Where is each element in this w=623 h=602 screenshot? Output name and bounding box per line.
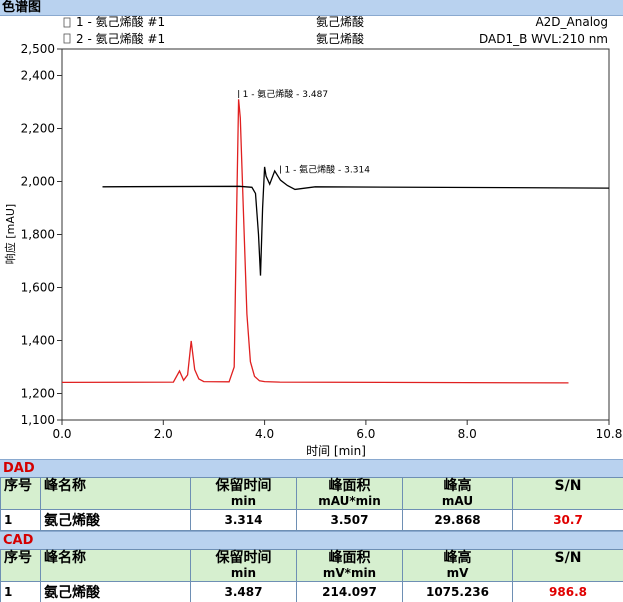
peak-annotation-2: 1 - 氨己烯酸 - 3.314: [284, 164, 370, 176]
y-axis: 1,100 1,200 1,400 1,600 1,800 2,000 2,200 2,400…: [21, 42, 62, 427]
legend-trace1-channel: A2D_Analog: [535, 16, 608, 29]
plot-frame: [61, 48, 610, 421]
cad-row-area: 214.097: [296, 581, 403, 602]
cad-col-sn: S/N: [512, 549, 623, 582]
legend: 1 - 氨己烯酸 #1 氨己烯酸 A2D_Analog 2 - 氨己烯酸 #1 …: [63, 14, 608, 46]
legend-swatch-2-icon[interactable]: [63, 33, 71, 44]
dad-row-no: 1: [0, 509, 41, 531]
legend-trace2-name: 2 - 氨己烯酸 #1: [76, 31, 165, 46]
y-tick-label: 2,400: [21, 69, 55, 83]
dad-col-no: 序号: [0, 477, 41, 510]
chromatogram-chart: 1 - 氨己烯酸 #1 氨己烯酸 A2D_Analog 2 - 氨己烯酸 #1 …: [3, 14, 622, 458]
table-row[interactable]: 1 氨己烯酸 3.314 3.507 29.868 30.7: [0, 509, 623, 531]
y-tick-label: 1,200: [21, 387, 55, 401]
legend-trace1-compound: 氨己烯酸: [316, 16, 364, 29]
cad-col-name: 峰名称: [40, 549, 191, 582]
cad-row-rt: 3.487: [190, 581, 297, 602]
cad-section-title: CAD: [0, 531, 623, 549]
y-tick-label: 2,200: [21, 122, 55, 136]
dad-header-row: 序号 峰名称 保留时间 min 峰面积 mAU*min 峰高 mAU S/N: [0, 477, 623, 510]
table-row[interactable]: 1 氨己烯酸 3.487 214.097 1075.236 986.8: [0, 581, 623, 602]
cad-results-table: 序号 峰名称 保留时间 min 峰面积 mV*min 峰高 mV S/N 1 氨己烯酸…: [0, 549, 623, 602]
legend-trace2-compound: 氨己烯酸: [316, 31, 364, 46]
x-tick-label: 2.0: [154, 427, 173, 441]
dad-row-sn: 30.7: [512, 509, 623, 531]
x-tick-label: 8.0: [458, 427, 477, 441]
cad-col-no: 序号: [0, 549, 41, 582]
cad-row-name: 氨己烯酸: [40, 581, 191, 602]
x-tick-label: 10.8: [596, 427, 623, 441]
cad-row-no: 1: [0, 581, 41, 602]
dad-results-table: 序号 峰名称 保留时间 min 峰面积 mAU*min 峰高 mAU S/N 1 氨己…: [0, 477, 623, 531]
dad-col-height: 峰高 mAU: [402, 477, 513, 510]
cad-row-height: 1075.236: [402, 581, 513, 602]
x-tick-label: 6.0: [356, 427, 375, 441]
dad-col-name: 峰名称: [40, 477, 191, 510]
legend-trace2-channel: DAD1_B WVL:210 nm: [479, 32, 608, 46]
legend-swatch-1-icon[interactable]: [63, 17, 71, 28]
y-tick-label: 1,800: [21, 228, 55, 242]
cad-header-row: 序号 峰名称 保留时间 min 峰面积 mV*min 峰高 mV S/N: [0, 549, 623, 582]
x-tick-label: 4.0: [255, 427, 274, 441]
dad-row-name: 氨己烯酸: [40, 509, 191, 531]
x-axis: 0.0 2.0 4.0 6.0 8.0 10.8: [52, 420, 622, 441]
dad-col-sn: S/N: [512, 477, 623, 510]
cad-col-rt: 保留时间 min: [190, 549, 297, 582]
dad-col-rt: 保留时间 min: [190, 477, 297, 510]
y-axis-label: 响应 [mAU]: [3, 204, 17, 264]
dad-row-height: 29.868: [402, 509, 513, 531]
y-tick-label: 1,100: [21, 413, 55, 427]
x-tick-label: 0.0: [52, 427, 71, 441]
cad-col-area: 峰面积 mV*min: [296, 549, 403, 582]
legend-trace1-name: 1 - 氨己烯酸 #1: [76, 16, 165, 29]
y-tick-label: 2,500: [21, 42, 55, 56]
cad-col-height: 峰高 mV: [402, 549, 513, 582]
cad-row-sn: 986.8: [512, 581, 623, 602]
y-tick-label: 2,000: [21, 175, 55, 189]
x-axis-label: 时间 [min]: [306, 444, 366, 458]
dad-row-area: 3.507: [296, 509, 403, 531]
dad-row-rt: 3.314: [190, 509, 297, 531]
results-tables: DAD 序号 峰名称 保留时间 min 峰面积 mAU*min 峰高 mAU S/N …: [0, 459, 623, 602]
dad-section-title: DAD: [0, 459, 623, 477]
peak-annotation-1: 1 - 氨己烯酸 - 3.487: [243, 88, 328, 100]
y-tick-label: 1,600: [21, 281, 55, 295]
y-tick-label: 1,400: [21, 334, 55, 348]
dad-col-area: 峰面积 mAU*min: [296, 477, 403, 510]
chromatogram-panel: 1 - 氨己烯酸 #1 氨己烯酸 A2D_Analog 2 - 氨己烯酸 #1 …: [0, 14, 623, 458]
window-title: 色谱图: [0, 0, 623, 16]
